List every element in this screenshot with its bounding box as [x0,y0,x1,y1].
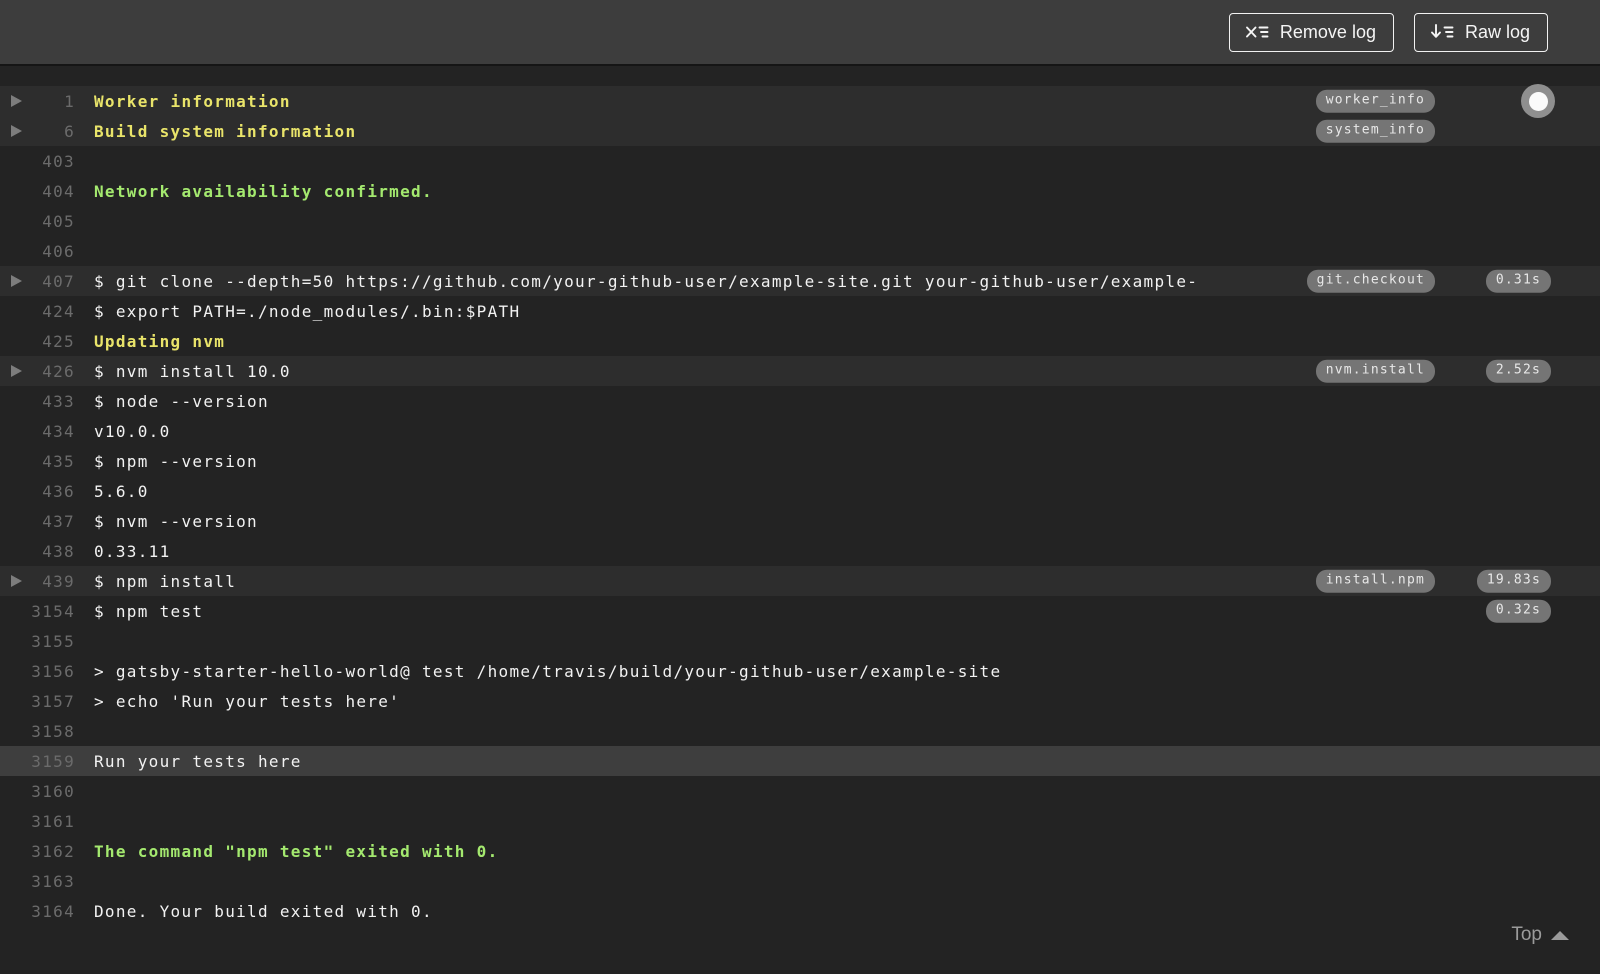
log-line-text: $ nvm install 10.0 [94,361,291,381]
log-row: 3154 $ npm test 0.32s [0,596,1600,626]
log-line-text: $ npm install [94,571,237,591]
log-line-text: $ nvm --version [94,511,258,531]
log-line-text: > echo 'Run your tests here' [94,691,401,711]
caret-up-icon [1551,930,1569,940]
step-tag-badge: worker_info [1315,89,1435,113]
step-tag-badge: install.npm [1315,569,1435,593]
log-line-text: 0.33.11 [94,541,171,561]
log-row: 3158 [0,716,1600,746]
log-row: 433 $ node --version [0,386,1600,416]
remove-log-label: Remove log [1279,21,1376,42]
line-number[interactable]: 3155 [0,632,75,651]
remove-log-icon [1245,23,1269,41]
log-line-text: v10.0.0 [94,421,171,441]
line-number[interactable]: 3164 [0,902,75,921]
log-line-text: $ git clone --depth=50 https://github.co… [94,271,1199,291]
log-line-text: $ npm test [94,601,204,621]
follow-log-toggle[interactable] [1521,84,1555,118]
log-row: 1 Worker information worker_info [0,86,1600,116]
log-row: 424 $ export PATH=./node_modules/.bin:$PA… [0,296,1600,326]
log-row: 6 Build system information system_info [0,116,1600,146]
log-line-text: Run your tests here [94,751,302,771]
line-number[interactable]: 436 [0,482,75,501]
log-line-text: Updating nvm [94,331,226,351]
log-line-text: 5.6.0 [94,481,149,501]
duration-badge: 0.31s [1485,269,1551,293]
line-number[interactable]: 3163 [0,872,75,891]
line-number[interactable]: 3161 [0,812,75,831]
log-row: 3160 [0,776,1600,806]
log-row: 406 [0,236,1600,266]
log-row: 407 $ git clone --depth=50 https://github… [0,266,1600,296]
line-number[interactable]: 3159 [0,752,75,771]
log-row: 405 [0,206,1600,236]
log-row: 439 $ npm install install.npm 19.83s [0,566,1600,596]
line-number[interactable]: 424 [0,302,75,321]
scroll-to-top-link[interactable]: Top [1511,924,1569,946]
log-row: 425 Updating nvm [0,326,1600,356]
line-number[interactable]: 433 [0,392,75,411]
log-viewer: 1 Worker information worker_info 6 Build sys… [0,66,1600,926]
log-line-text: $ node --version [94,391,269,411]
top-link-label: Top [1511,924,1542,945]
log-row: 434 v10.0.0 [0,416,1600,446]
log-row: 3164 Done. Your build exited with 0. [0,896,1600,926]
line-number[interactable]: 434 [0,422,75,441]
log-row: 3162 The command "npm test" exited with 0… [0,836,1600,866]
step-tag-badge: git.checkout [1306,269,1435,293]
line-number[interactable]: 3158 [0,722,75,741]
log-line-text: Build system information [94,121,357,141]
follow-log-dot-icon [1528,91,1548,111]
fold-toggle-icon[interactable] [11,275,22,287]
step-tag-badge: system_info [1315,119,1435,143]
line-number[interactable]: 435 [0,452,75,471]
line-number[interactable]: 3157 [0,692,75,711]
raw-log-button[interactable]: Raw log [1413,12,1548,52]
log-row: 3157 > echo 'Run your tests here' [0,686,1600,716]
fold-toggle-icon[interactable] [11,95,22,107]
fold-toggle-icon[interactable] [11,125,22,137]
log-line-text: > gatsby-starter-hello-world@ test /home… [94,661,1002,681]
toolbar: Remove log Raw log [0,0,1600,66]
log-row: 437 $ nvm --version [0,506,1600,536]
line-number[interactable]: 3160 [0,782,75,801]
log-line-text: $ npm --version [94,451,258,471]
log-row: 404 Network availability confirmed. [0,176,1600,206]
log-line-text: The command "npm test" exited with 0. [94,841,499,861]
raw-log-label: Raw log [1464,21,1530,42]
line-number[interactable]: 437 [0,512,75,531]
raw-log-icon [1430,23,1454,41]
log-row: 3163 [0,866,1600,896]
duration-badge: 2.52s [1485,359,1551,383]
log-line-text: Done. Your build exited with 0. [94,901,433,921]
line-number[interactable]: 3156 [0,662,75,681]
log-row: 435 $ npm --version [0,446,1600,476]
line-number[interactable]: 406 [0,242,75,261]
line-number[interactable]: 404 [0,182,75,201]
fold-toggle-icon[interactable] [11,365,22,377]
line-number[interactable]: 425 [0,332,75,351]
log-line-text: Worker information [94,91,291,111]
step-tag-badge: nvm.install [1315,359,1435,383]
line-number[interactable]: 403 [0,152,75,171]
log-rows: 1 Worker information worker_info 6 Build sys… [0,86,1600,926]
log-row: 3161 [0,806,1600,836]
duration-badge: 19.83s [1476,569,1551,593]
log-row: 3156 > gatsby-starter-hello-world@ test /… [0,656,1600,686]
log-row: 403 [0,146,1600,176]
log-line-text: $ export PATH=./node_modules/.bin:$PATH [94,301,521,321]
line-number[interactable]: 3154 [0,602,75,621]
line-number[interactable]: 438 [0,542,75,561]
line-number[interactable]: 405 [0,212,75,231]
log-line-text: Network availability confirmed. [94,181,433,201]
fold-toggle-icon[interactable] [11,575,22,587]
log-row: 3159 Run your tests here [0,746,1600,776]
line-number[interactable]: 3162 [0,842,75,861]
log-row: 426 $ nvm install 10.0 nvm.install 2.52s [0,356,1600,386]
log-row: 3155 [0,626,1600,656]
duration-badge: 0.32s [1485,599,1551,623]
log-row: 436 5.6.0 [0,476,1600,506]
remove-log-button[interactable]: Remove log [1228,12,1394,52]
log-row: 438 0.33.11 [0,536,1600,566]
